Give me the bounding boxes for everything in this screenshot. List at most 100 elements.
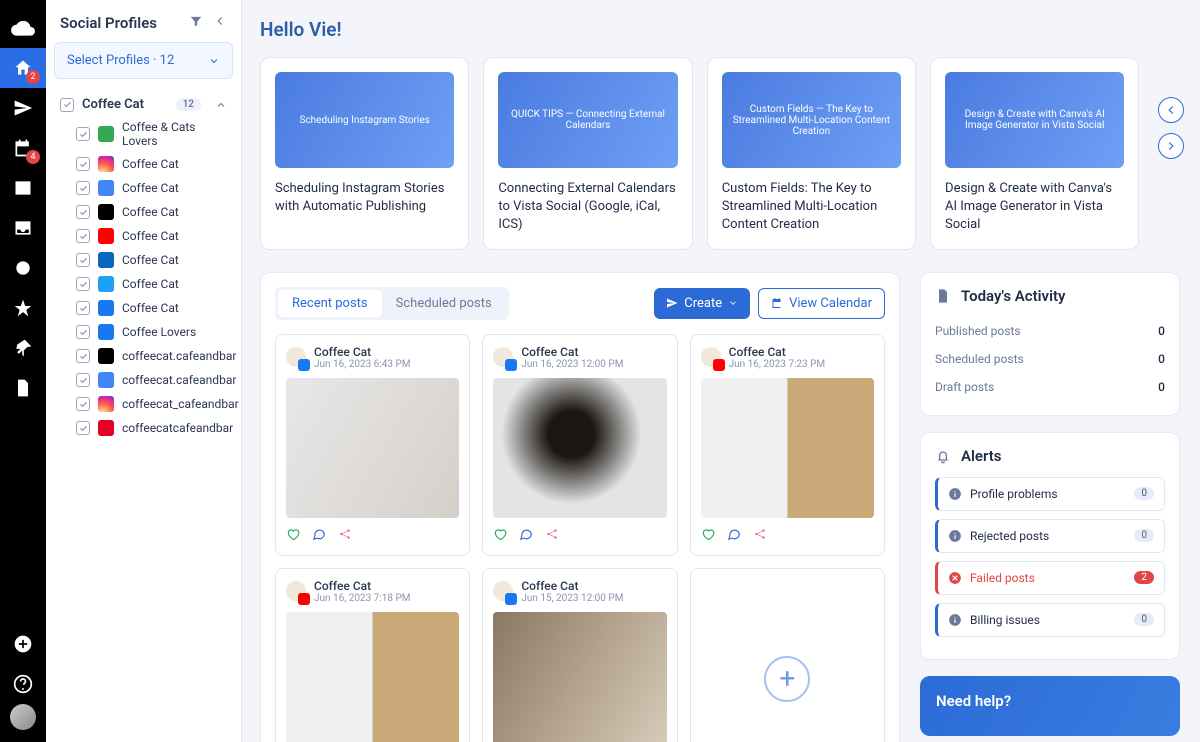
network-badge-icon [298,359,310,371]
post-card[interactable]: Coffee CatJun 15, 2023 12:00 PM [482,568,677,742]
tip-card[interactable]: Custom Fields — The Key to Streamlined M… [707,57,916,250]
rail-media[interactable] [0,168,46,208]
profile-item[interactable]: Coffee Cat [54,296,233,320]
rail-listening[interactable] [0,248,46,288]
profile-item[interactable]: Coffee Cat [54,224,233,248]
profile-label: Coffee Cat [122,277,179,291]
post-author: Coffee Cat [729,345,825,359]
create-button[interactable]: Create [654,288,750,319]
profile-label: Coffee Cat [122,301,179,315]
checkbox-icon[interactable] [76,253,90,267]
post-card[interactable]: Coffee CatJun 16, 2023 12:00 PM [482,334,677,556]
post-image [286,612,459,742]
profile-item[interactable]: coffeecat_cafeandbar [54,392,233,416]
checkbox-icon[interactable] [76,205,90,219]
tip-card[interactable]: Scheduling Instagram StoriesScheduling I… [260,57,469,250]
help-box[interactable]: Need help? [920,676,1180,736]
profile-item[interactable]: coffeecat.cafeandbar [54,344,233,368]
rail-pinned[interactable] [0,328,46,368]
tip-card[interactable]: QUICK TIPS — Connecting External Calenda… [483,57,692,250]
network-icon [98,348,114,364]
tip-thumbnail: QUICK TIPS — Connecting External Calenda… [498,72,677,168]
profile-group[interactable]: Coffee Cat 12 [54,93,233,116]
carousel-next-button[interactable] [1158,133,1184,159]
post-avatar [286,347,306,367]
stat-label: Draft posts [935,380,994,394]
network-icon [98,156,114,172]
rail-reviews[interactable] [0,288,46,328]
share-icon[interactable] [753,526,767,545]
rail-publish[interactable] [0,88,46,128]
filter-icon[interactable] [189,14,203,32]
profile-label: Coffee & Cats Lovers [122,120,227,148]
rail-reports[interactable] [0,368,46,408]
post-avatar [286,581,306,601]
profile-label: Coffee Cat [122,229,179,243]
rail-help[interactable] [0,664,46,704]
profile-label: Coffee Cat [122,157,179,171]
post-card[interactable]: Coffee CatJun 16, 2023 6:43 PM [275,334,470,556]
post-date: Jun 16, 2023 7:23 PM [729,359,825,370]
posts-panel: Recent posts Scheduled posts Create View… [260,272,900,742]
alert-label: Profile problems [970,487,1058,501]
share-icon[interactable] [545,526,559,545]
checkbox-icon[interactable] [76,349,90,363]
profile-item[interactable]: Coffee Cat [54,272,233,296]
profile-label: coffeecat.cafeandbar [122,349,236,363]
checkbox-icon[interactable] [76,181,90,195]
like-icon[interactable] [286,526,300,545]
post-card[interactable]: Coffee CatJun 16, 2023 7:18 PM [275,568,470,742]
alert-item[interactable]: Billing issues0 [935,603,1165,637]
rail-calendar[interactable]: 4 [0,128,46,168]
stat-value: 0 [1158,352,1165,366]
profile-item[interactable]: Coffee Cat [54,248,233,272]
profile-item[interactable]: Coffee & Cats Lovers [54,116,233,152]
tab-scheduled[interactable]: Scheduled posts [382,290,506,317]
checkbox-icon[interactable] [76,397,90,411]
like-icon[interactable] [493,526,507,545]
profile-item[interactable]: coffeecatcafeandbar [54,416,233,440]
rail-logo[interactable] [0,8,46,48]
profile-item[interactable]: Coffee Cat [54,200,233,224]
checkbox-icon[interactable] [76,157,90,171]
tip-thumbnail: Custom Fields — The Key to Streamlined M… [722,72,901,168]
network-badge-icon [713,359,725,371]
alert-label: Failed posts [970,571,1035,585]
add-post-button[interactable]: + [690,568,885,742]
checkbox-icon[interactable] [76,301,90,315]
checkbox-icon[interactable] [76,277,90,291]
collapse-icon[interactable] [213,14,227,32]
checkbox-icon[interactable] [76,373,90,387]
alert-item[interactable]: Profile problems0 [935,477,1165,511]
rail-inbox[interactable] [0,208,46,248]
rail-home[interactable]: 2 [0,48,46,88]
group-count: 12 [176,98,201,111]
checkbox-icon[interactable] [76,229,90,243]
select-profiles-dropdown[interactable]: Select Profiles · 12 [54,42,233,79]
checkbox-icon[interactable] [76,421,90,435]
alert-item[interactable]: Failed posts2 [935,561,1165,595]
network-badge-icon [505,593,517,605]
alert-item[interactable]: Rejected posts0 [935,519,1165,553]
rail-add[interactable] [0,624,46,664]
checkbox-icon[interactable] [76,325,90,339]
comment-icon[interactable] [312,526,326,545]
profile-item[interactable]: coffeecat.cafeandbar [54,368,233,392]
view-calendar-button[interactable]: View Calendar [758,288,885,319]
tip-card[interactable]: Design & Create with Canva's AI Image Ge… [930,57,1139,250]
post-card[interactable]: Coffee CatJun 16, 2023 7:23 PM [690,334,885,556]
profile-item[interactable]: Coffee Lovers [54,320,233,344]
tab-recent[interactable]: Recent posts [278,290,382,317]
stat-label: Scheduled posts [935,352,1024,366]
checkbox-icon[interactable] [60,98,74,112]
user-avatar[interactable] [10,704,36,730]
carousel-prev-button[interactable] [1158,97,1184,123]
like-icon[interactable] [701,526,715,545]
comment-icon[interactable] [519,526,533,545]
share-icon[interactable] [338,526,352,545]
comment-icon[interactable] [727,526,741,545]
profile-item[interactable]: Coffee Cat [54,152,233,176]
profile-item[interactable]: Coffee Cat [54,176,233,200]
network-icon [98,420,114,436]
checkbox-icon[interactable] [76,127,90,141]
